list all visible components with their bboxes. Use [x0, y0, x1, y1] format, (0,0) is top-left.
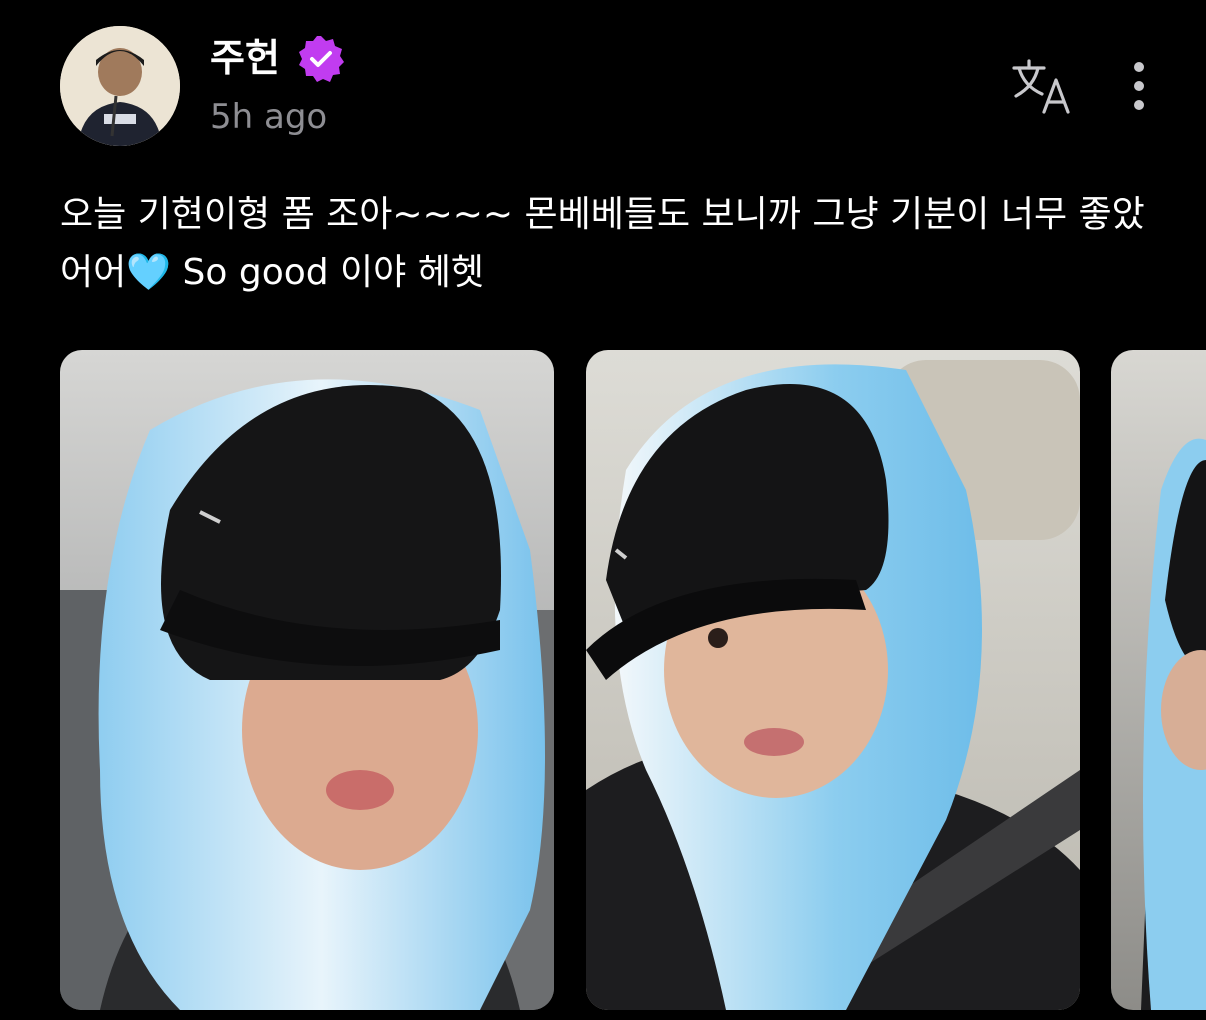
- media-carousel[interactable]: [0, 350, 1206, 1010]
- author-name[interactable]: 주헌: [210, 30, 280, 86]
- media-photo-2[interactable]: [586, 350, 1080, 1010]
- verified-badge-icon: [296, 34, 346, 84]
- media-photo-1[interactable]: [60, 350, 554, 1010]
- more-vertical-icon: [1134, 62, 1144, 110]
- post-container: 주헌 5h ago 오늘 기현이형 폼 조아~~~~ 몬베베들도 보니까 그냥 …: [0, 0, 1206, 1020]
- post-text-tail: So good 이야 헤헷: [171, 252, 484, 293]
- light-blue-heart-emoji: 🩵: [126, 252, 172, 293]
- media-photo-3[interactable]: [1111, 350, 1206, 1010]
- post-text: 오늘 기현이형 폼 조아~~~~ 몬베베들도 보니까 그냥 기분이 너무 좋았어…: [60, 186, 1160, 302]
- more-options-button[interactable]: [1116, 56, 1162, 116]
- translate-button[interactable]: [1010, 56, 1074, 116]
- translate-icon: [1012, 59, 1070, 114]
- avatar[interactable]: [60, 26, 180, 146]
- post-timestamp: 5h ago: [210, 97, 328, 137]
